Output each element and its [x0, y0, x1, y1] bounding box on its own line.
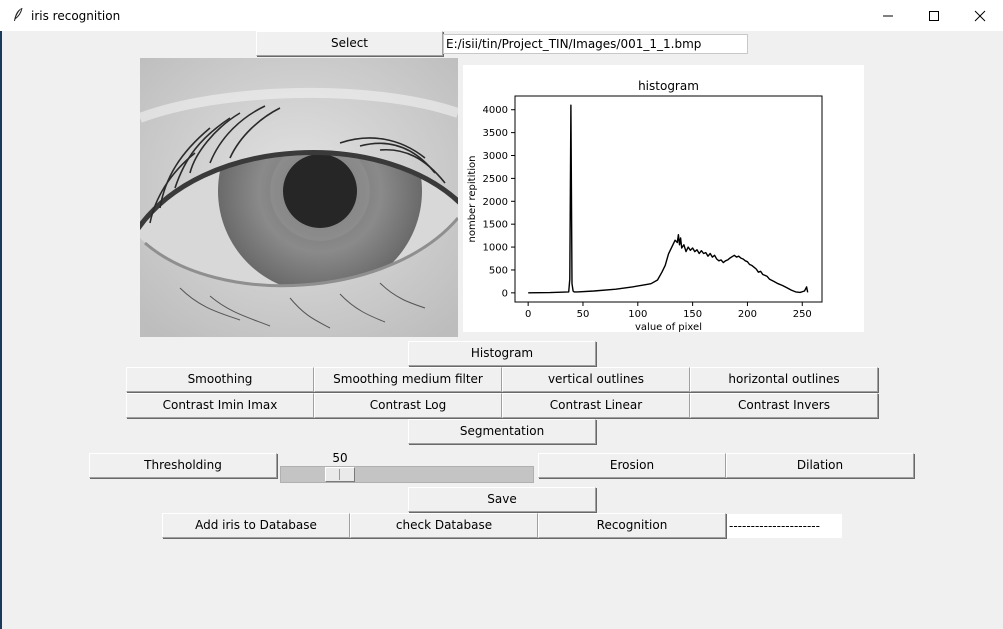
check-database-button[interactable]: check Database: [350, 513, 538, 538]
eye-picture: [140, 58, 458, 337]
file-path-field[interactable]: E:/isii/tin/Project_TIN/Images/001_1_1.b…: [443, 34, 748, 54]
contrast-linear-button[interactable]: Contrast Linear: [502, 393, 690, 418]
histogram-chart: histogram value of pixel nomber repitition…: [467, 79, 823, 333]
window-edge: [0, 0, 2, 629]
y-tick-label: 2000: [483, 197, 508, 208]
y-tick-label: 2500: [483, 174, 508, 185]
contrast-invers-button[interactable]: Contrast Invers: [690, 393, 878, 418]
threshold-slider-handle[interactable]: [325, 467, 355, 482]
x-tick-label: 50: [577, 309, 590, 320]
vertical-outlines-button[interactable]: vertical outlines: [502, 367, 690, 392]
smoothing-median-button[interactable]: Smoothing medium filter: [314, 367, 502, 392]
y-tick-label: 1000: [483, 243, 508, 254]
histogram-line: [528, 104, 809, 294]
plot-frame: [514, 95, 823, 303]
y-tick-label: 4000: [483, 105, 508, 116]
x-tick-label: 0: [525, 309, 531, 320]
close-button[interactable]: [957, 0, 1003, 31]
y-tick-label: 1500: [483, 220, 508, 231]
horizontal-outlines-button[interactable]: horizontal outlines: [690, 367, 878, 392]
y-tick-label: 0: [502, 288, 508, 299]
maximize-icon: [929, 11, 939, 21]
maximize-button[interactable]: [911, 0, 957, 31]
save-button[interactable]: Save: [408, 487, 596, 512]
dilation-button[interactable]: Dilation: [726, 453, 914, 478]
x-tick-label: 250: [793, 309, 812, 320]
thresholding-button[interactable]: Thresholding: [89, 453, 277, 478]
y-tick-label: 3000: [483, 151, 508, 162]
x-axis-label: value of pixel: [635, 322, 702, 332]
chart-title: histogram: [638, 79, 699, 93]
feather-icon: [14, 7, 23, 21]
segmentation-button[interactable]: Segmentation: [408, 419, 596, 444]
iris-image: [140, 58, 458, 337]
recognition-result: ---------------------: [727, 514, 842, 538]
add-iris-button[interactable]: Add iris to Database: [162, 513, 350, 538]
recognition-button[interactable]: Recognition: [538, 513, 726, 538]
histogram-plot: histogram value of pixel nomber repitition…: [463, 65, 864, 333]
y-tick-label: 3500: [483, 128, 508, 139]
x-tick-label: 150: [683, 309, 702, 320]
y-tick-label: 500: [489, 265, 508, 276]
select-button[interactable]: Select: [256, 31, 443, 56]
title-bar: iris recognition: [0, 0, 1003, 31]
window-title: iris recognition: [31, 9, 121, 23]
histogram-button[interactable]: Histogram: [408, 341, 596, 366]
smoothing-button[interactable]: Smoothing: [126, 367, 314, 392]
x-tick-label: 200: [738, 309, 757, 320]
minimize-icon: [883, 15, 893, 17]
contrast-imin-imax-button[interactable]: Contrast Imin Imax: [126, 393, 314, 418]
contrast-log-button[interactable]: Contrast Log: [314, 393, 502, 418]
minimize-button[interactable]: [865, 0, 911, 31]
close-icon: [974, 10, 986, 22]
y-axis-label: nomber repitition: [467, 155, 478, 242]
x-tick-label: 100: [628, 309, 647, 320]
erosion-button[interactable]: Erosion: [538, 453, 726, 478]
threshold-value: 50: [332, 451, 348, 465]
threshold-slider-track[interactable]: [280, 466, 534, 483]
